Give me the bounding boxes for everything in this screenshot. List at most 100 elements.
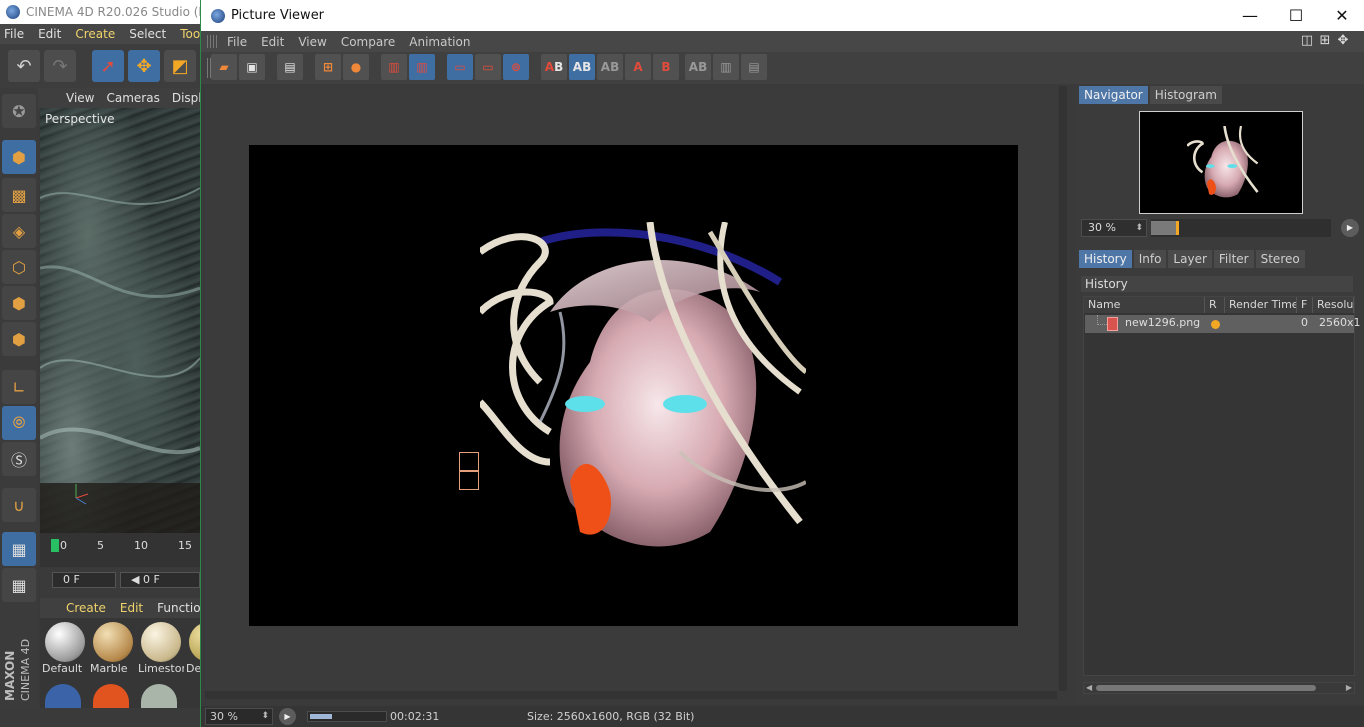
- pv-menu-animation[interactable]: Animation: [409, 35, 470, 49]
- navigator-zoom-slider[interactable]: [1151, 219, 1331, 237]
- material-name: Marble: [90, 662, 128, 675]
- timeline-playhead[interactable]: [51, 539, 59, 552]
- undo-icon[interactable]: ↶: [8, 50, 40, 82]
- scroll-left-icon[interactable]: ◀: [1086, 683, 1092, 692]
- navigator-tabs: Navigator Histogram: [1079, 86, 1222, 104]
- navigator-play-icon[interactable]: ▶: [1341, 219, 1359, 237]
- axis-mode-icon[interactable]: ∟: [2, 370, 36, 404]
- navigator-zoom-field[interactable]: 30 % ⬍: [1081, 219, 1147, 237]
- c4d-menu-select[interactable]: Select: [129, 27, 166, 41]
- edges-mode-icon[interactable]: ⬢: [2, 286, 36, 320]
- make-editable-icon[interactable]: ✪: [2, 94, 36, 128]
- model-mode-icon[interactable]: ⬢: [2, 140, 36, 174]
- tab-info[interactable]: Info: [1133, 250, 1167, 268]
- canvas-horizontal-scrollbar[interactable]: [205, 691, 1057, 699]
- material-manager-menubar: Create Edit Function: [40, 598, 208, 618]
- zoom-slider-fill: [1151, 221, 1177, 235]
- tab-navigator[interactable]: Navigator: [1079, 86, 1148, 104]
- redo-icon[interactable]: ↷: [44, 50, 76, 82]
- tab-history[interactable]: History: [1079, 250, 1132, 268]
- tweak-mode-icon[interactable]: ⦾: [2, 406, 36, 440]
- remove-image-icon[interactable]: ▥: [381, 54, 407, 80]
- open-icon[interactable]: ▰: [211, 54, 237, 80]
- history-row[interactable]: new1296.png 0 2560x1: [1085, 315, 1361, 333]
- remove-all-images-icon[interactable]: ▥: [409, 54, 435, 80]
- tab-stereo[interactable]: Stereo: [1255, 250, 1305, 268]
- canvas-vertical-scrollbar[interactable]: [1059, 86, 1067, 691]
- texture-mode-icon[interactable]: ▩: [2, 178, 36, 212]
- pv-menu-compare[interactable]: Compare: [341, 35, 395, 49]
- close-icon[interactable]: ✕: [1319, 0, 1364, 31]
- material-menu-create[interactable]: Create: [66, 601, 106, 615]
- pv-menu-file[interactable]: File: [227, 35, 247, 49]
- render-settings-icon[interactable]: ●: [343, 54, 369, 80]
- ab-split-icon[interactable]: AB: [569, 54, 595, 80]
- split-horizontal-icon[interactable]: ▤: [741, 54, 767, 80]
- picture-viewer-canvas[interactable]: [205, 86, 1057, 691]
- ab-difference-icon[interactable]: AB: [597, 54, 623, 80]
- timeline[interactable]: 0 5 10 15: [40, 533, 200, 567]
- points-mode-icon[interactable]: ⬡: [2, 250, 36, 284]
- region-render-icon[interactable]: ⊞: [315, 54, 341, 80]
- lock-workplane-icon[interactable]: ▦: [2, 532, 36, 566]
- column-header-resolution[interactable]: Resolut: [1313, 297, 1354, 313]
- swap-ab-icon[interactable]: AB: [685, 54, 711, 80]
- tab-histogram[interactable]: Histogram: [1149, 86, 1222, 104]
- column-header-name[interactable]: Name: [1084, 297, 1205, 313]
- set-a-icon[interactable]: A: [625, 54, 651, 80]
- material-limestone[interactable]: Limeston: [138, 620, 184, 675]
- show-layer-icon[interactable]: ▭: [475, 54, 501, 80]
- tab-layer[interactable]: Layer: [1168, 250, 1212, 268]
- workplane-icon[interactable]: ◈: [2, 214, 36, 248]
- status-play-icon[interactable]: ▶: [279, 708, 296, 725]
- viewport-menu-cameras[interactable]: Cameras: [106, 91, 159, 105]
- move-panel-icon[interactable]: ✥: [1335, 33, 1351, 49]
- save-as-icon[interactable]: ▣: [239, 54, 265, 80]
- ab-compare-icon[interactable]: AB: [541, 54, 567, 80]
- column-header-frame[interactable]: F: [1297, 297, 1313, 313]
- render-to-picture-viewer-icon[interactable]: ▤: [277, 54, 303, 80]
- status-zoom-field[interactable]: 30 % ⬍: [205, 708, 273, 725]
- material-marble[interactable]: Marble: [90, 620, 136, 675]
- rendered-face-image: [480, 222, 806, 549]
- planar-workplane-icon[interactable]: ▦: [2, 568, 36, 602]
- move-icon[interactable]: ✥: [128, 50, 160, 82]
- column-header-render-time[interactable]: Render Time: [1225, 297, 1297, 313]
- material-partial[interactable]: De: [186, 620, 200, 672]
- perspective-viewport[interactable]: Perspective: [40, 108, 200, 533]
- new-panel-icon[interactable]: ⊞: [1317, 33, 1333, 49]
- set-b-icon[interactable]: B: [653, 54, 679, 80]
- scroll-right-icon[interactable]: ▶: [1346, 683, 1352, 692]
- split-vertical-icon[interactable]: ▥: [713, 54, 739, 80]
- c4d-menu-create[interactable]: Create: [75, 27, 115, 41]
- c4d-menu-edit[interactable]: Edit: [38, 27, 61, 41]
- current-frame-field[interactable]: 0 F: [52, 572, 116, 588]
- tab-filter[interactable]: Filter: [1213, 250, 1254, 268]
- material-menu-edit[interactable]: Edit: [120, 601, 143, 615]
- material-default[interactable]: Default: [42, 620, 88, 675]
- history-horizontal-scrollbar[interactable]: ◀ ▶: [1083, 682, 1355, 694]
- picture-viewer-window: Picture Viewer — ☐ ✕ File Edit View Comp…: [200, 0, 1364, 727]
- layout-toggle-icon[interactable]: ◫: [1299, 33, 1315, 49]
- polygons-mode-icon[interactable]: ⬢: [2, 322, 36, 356]
- pv-menu-view[interactable]: View: [298, 35, 326, 49]
- scale-icon[interactable]: ◩: [164, 50, 196, 82]
- live-selection-icon[interactable]: ➚: [92, 50, 124, 82]
- c4d-menu-file[interactable]: File: [4, 27, 24, 41]
- solo-icon[interactable]: Ⓢ: [2, 442, 36, 476]
- scrollbar-thumb[interactable]: [1096, 685, 1316, 691]
- maximize-icon[interactable]: ☐: [1273, 0, 1319, 31]
- navigator-preview[interactable]: [1139, 111, 1303, 214]
- show-ab-icon[interactable]: ▭: [447, 54, 473, 80]
- stepper-icon[interactable]: ⬍: [1135, 220, 1143, 236]
- column-header-status[interactable]: R: [1205, 297, 1225, 313]
- stepper-icon[interactable]: ⬍: [261, 709, 269, 724]
- viewport-menu-view[interactable]: View: [66, 91, 94, 105]
- minimize-icon[interactable]: —: [1227, 0, 1273, 31]
- min-frame-field[interactable]: ◀ 0 F: [120, 572, 200, 588]
- zoom-slider-handle[interactable]: [1176, 221, 1180, 235]
- snap-magnet-icon[interactable]: ∪: [2, 488, 36, 522]
- pv-menu-edit[interactable]: Edit: [261, 35, 284, 49]
- material-manager: Default Marble Limeston De: [40, 618, 200, 708]
- show-filter-icon[interactable]: ⊚: [503, 54, 529, 80]
